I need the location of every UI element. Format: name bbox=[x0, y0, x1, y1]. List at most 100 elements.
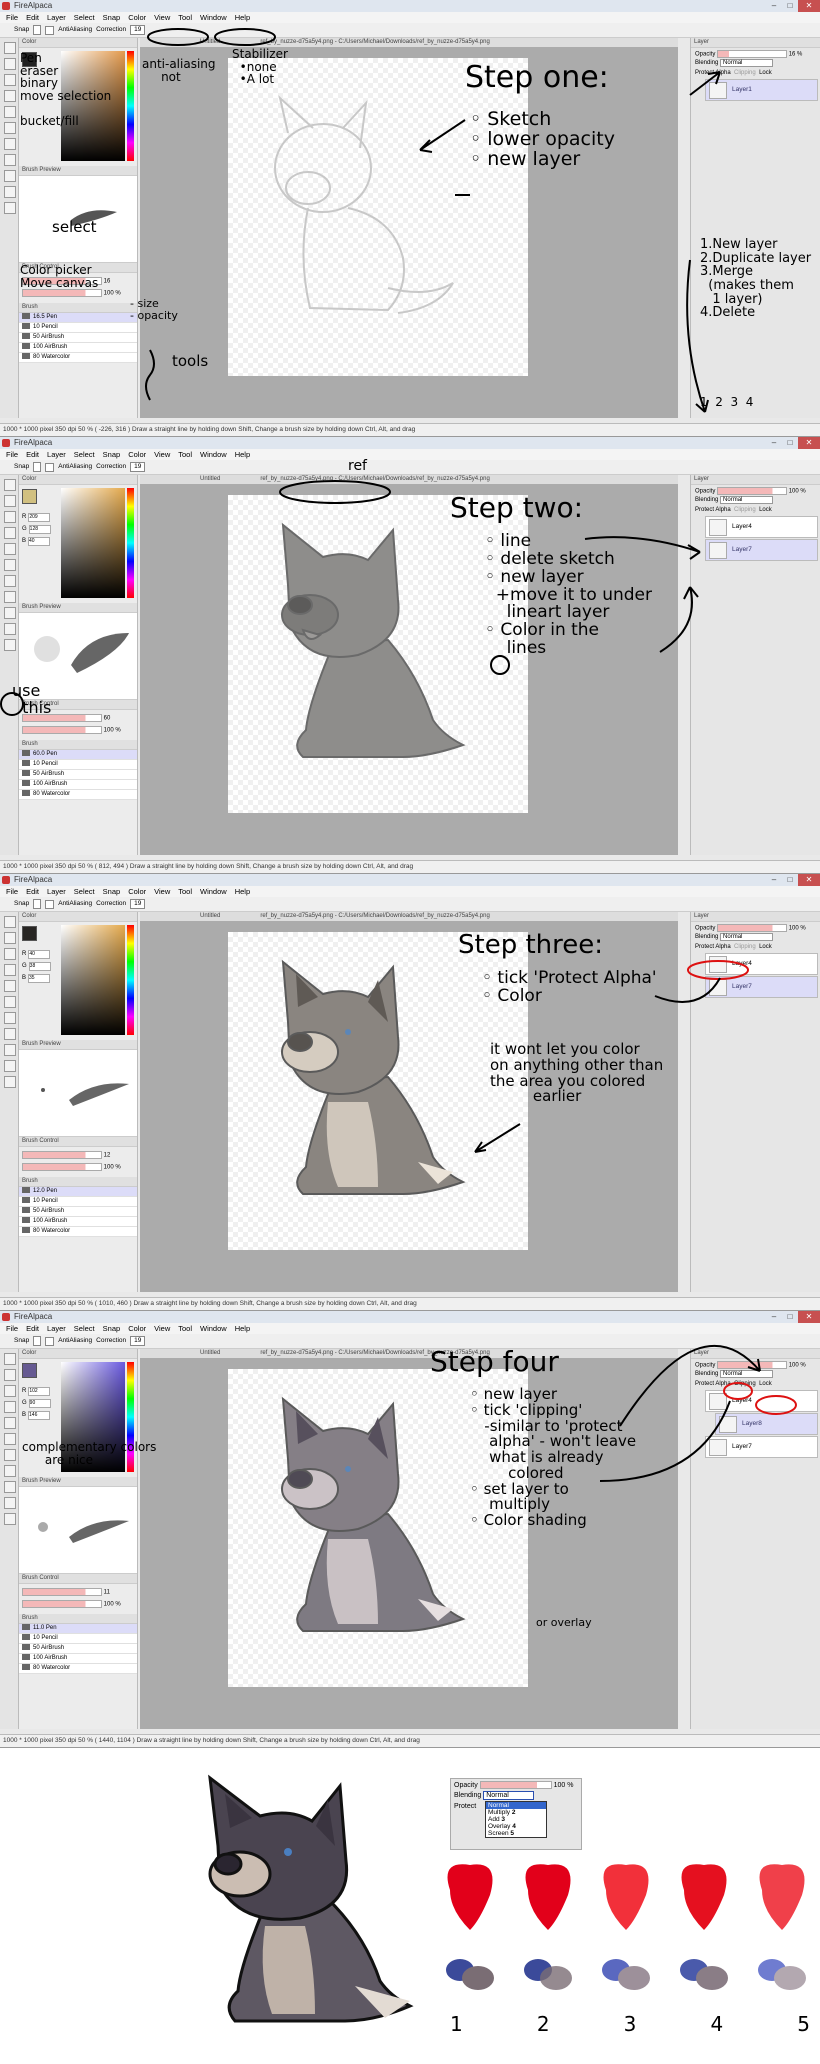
layer-item[interactable]: Layer1 bbox=[705, 79, 818, 101]
menu-color[interactable]: Color bbox=[128, 12, 146, 23]
gradient-tool-icon[interactable] bbox=[4, 996, 16, 1008]
minimize-button[interactable]: – bbox=[766, 874, 782, 886]
protect-alpha-checkbox[interactable]: Protect Alpha bbox=[695, 1381, 731, 1387]
hue-slider[interactable] bbox=[127, 51, 134, 161]
magic-wand-icon[interactable] bbox=[4, 607, 16, 619]
blend-option-multiply[interactable]: Multiply 2 bbox=[486, 1809, 546, 1816]
gradient-tool-icon[interactable] bbox=[4, 1433, 16, 1445]
brush-item-watercolor[interactable]: 80 Watercolor bbox=[19, 1664, 137, 1674]
tab-untitled[interactable]: Untitled bbox=[200, 475, 220, 484]
menu-help[interactable]: Help bbox=[235, 1323, 250, 1334]
hand-tool-icon[interactable] bbox=[4, 639, 16, 651]
current-color-swatch[interactable] bbox=[22, 489, 37, 504]
bucket-tool-icon[interactable] bbox=[4, 106, 16, 118]
snap-mode-button[interactable] bbox=[33, 899, 42, 909]
tab-untitled[interactable]: Untitled bbox=[200, 912, 220, 921]
menu-select[interactable]: Select bbox=[74, 12, 95, 23]
maximize-button[interactable]: □ bbox=[782, 874, 798, 886]
red-field[interactable]: 209 bbox=[28, 513, 51, 522]
brush-item-airbrush-2[interactable]: 100 AirBrush bbox=[19, 1654, 137, 1664]
brush-item-airbrush[interactable]: 50 AirBrush bbox=[19, 1644, 137, 1654]
menu-edit[interactable]: Edit bbox=[26, 886, 39, 897]
brush-item-airbrush-2[interactable]: 100 AirBrush bbox=[19, 1217, 137, 1227]
brush-item-airbrush[interactable]: 50 AirBrush bbox=[19, 333, 137, 343]
hue-slider[interactable] bbox=[127, 488, 134, 598]
minimize-button[interactable]: – bbox=[766, 437, 782, 449]
blending-select[interactable]: Normal bbox=[720, 59, 774, 67]
color-picker[interactable]: R 40 G 38 B 35 bbox=[19, 922, 137, 1040]
brush-item-pen[interactable]: 60.0 Pen bbox=[19, 750, 137, 760]
lock-checkbox[interactable]: Lock bbox=[759, 70, 772, 76]
select-tool-icon[interactable] bbox=[4, 138, 16, 150]
select-tool-icon[interactable] bbox=[4, 1012, 16, 1024]
blue-field[interactable]: 35 bbox=[28, 974, 51, 983]
layer-item[interactable]: Layer4 bbox=[705, 953, 818, 975]
tab-ref[interactable]: ref_by_nuzze-d75a5y4.png - C:/Users/Mich… bbox=[260, 475, 489, 484]
eraser-tool-icon[interactable] bbox=[4, 58, 16, 70]
menu-edit[interactable]: Edit bbox=[26, 449, 39, 460]
red-field[interactable]: 40 bbox=[28, 950, 51, 959]
brush-item-watercolor[interactable]: 80 Watercolor bbox=[19, 353, 137, 363]
brush-item-pen[interactable]: 16.5 Pen bbox=[19, 313, 137, 323]
menu-view[interactable]: View bbox=[154, 12, 170, 23]
bucket-tool-icon[interactable] bbox=[4, 1417, 16, 1429]
menu-tool[interactable]: Tool bbox=[178, 12, 192, 23]
lasso-tool-icon[interactable] bbox=[4, 591, 16, 603]
lock-checkbox[interactable]: Lock bbox=[759, 944, 772, 950]
blending-select[interactable]: Normal bbox=[720, 933, 774, 941]
layer-opacity-slider[interactable] bbox=[479, 1781, 552, 1789]
brush-opacity-slider[interactable] bbox=[22, 1600, 102, 1608]
maximize-button[interactable]: □ bbox=[782, 437, 798, 449]
binary-tool-icon[interactable] bbox=[4, 1385, 16, 1397]
menu-color[interactable]: Color bbox=[128, 1323, 146, 1334]
blending-select[interactable]: Normal bbox=[483, 1791, 534, 1800]
layer-item[interactable]: Layer7 bbox=[705, 1436, 818, 1458]
menu-view[interactable]: View bbox=[154, 886, 170, 897]
brush-item-watercolor[interactable]: 80 Watercolor bbox=[19, 1227, 137, 1237]
brush-opacity-slider[interactable] bbox=[22, 289, 102, 297]
tab-ref[interactable]: ref_by_nuzze-d75a5y4.png - C:/Users/Mich… bbox=[260, 38, 489, 47]
blending-select[interactable]: Normal bbox=[720, 496, 774, 504]
binary-tool-icon[interactable] bbox=[4, 948, 16, 960]
snap-mode-button[interactable] bbox=[33, 1336, 42, 1346]
brush-size-slider[interactable] bbox=[22, 1151, 102, 1159]
snap-mode-button[interactable] bbox=[33, 25, 42, 35]
blend-option-screen[interactable]: Screen 5 bbox=[486, 1830, 546, 1837]
menu-select[interactable]: Select bbox=[74, 1323, 95, 1334]
clipping-checkbox[interactable]: Clipping bbox=[734, 70, 756, 76]
antialiasing-checkbox[interactable] bbox=[45, 899, 55, 909]
maximize-button[interactable]: □ bbox=[782, 0, 798, 12]
gradient-tool-icon[interactable] bbox=[4, 559, 16, 571]
close-button[interactable]: ✕ bbox=[798, 1311, 820, 1323]
eyedropper-icon[interactable] bbox=[4, 1060, 16, 1072]
menu-window[interactable]: Window bbox=[200, 886, 227, 897]
eraser-tool-icon[interactable] bbox=[4, 495, 16, 507]
bucket-tool-icon[interactable] bbox=[4, 543, 16, 555]
pen-tool-icon[interactable] bbox=[4, 1353, 16, 1365]
hand-tool-icon[interactable] bbox=[4, 1076, 16, 1088]
menu-file[interactable]: File bbox=[6, 12, 18, 23]
eyedropper-icon[interactable] bbox=[4, 623, 16, 635]
menu-color[interactable]: Color bbox=[128, 449, 146, 460]
protect-alpha-checkbox[interactable]: Protect Alpha bbox=[695, 507, 731, 513]
menu-layer[interactable]: Layer bbox=[47, 12, 66, 23]
tab-ref[interactable]: ref_by_nuzze-d75a5y4.png - C:/Users/Mich… bbox=[260, 912, 489, 921]
menu-window[interactable]: Window bbox=[200, 449, 227, 460]
move-tool-icon[interactable] bbox=[4, 90, 16, 102]
layer-opacity-slider[interactable] bbox=[717, 50, 788, 58]
menu-help[interactable]: Help bbox=[235, 886, 250, 897]
menu-edit[interactable]: Edit bbox=[26, 1323, 39, 1334]
lock-checkbox[interactable]: Lock bbox=[759, 507, 772, 513]
antialiasing-checkbox[interactable] bbox=[45, 462, 55, 472]
magic-wand-icon[interactable] bbox=[4, 1481, 16, 1493]
magic-wand-icon[interactable] bbox=[4, 170, 16, 182]
eyedropper-icon[interactable] bbox=[4, 1497, 16, 1509]
close-button[interactable]: ✕ bbox=[798, 437, 820, 449]
menu-tool[interactable]: Tool bbox=[178, 449, 192, 460]
minimize-button[interactable]: – bbox=[766, 0, 782, 12]
eyedropper-icon[interactable] bbox=[4, 186, 16, 198]
brush-item-pen[interactable]: 12.0 Pen bbox=[19, 1187, 137, 1197]
menu-snap[interactable]: Snap bbox=[103, 1323, 121, 1334]
tab-untitled[interactable]: Untitled bbox=[200, 38, 220, 47]
minimize-button[interactable]: – bbox=[766, 1311, 782, 1323]
